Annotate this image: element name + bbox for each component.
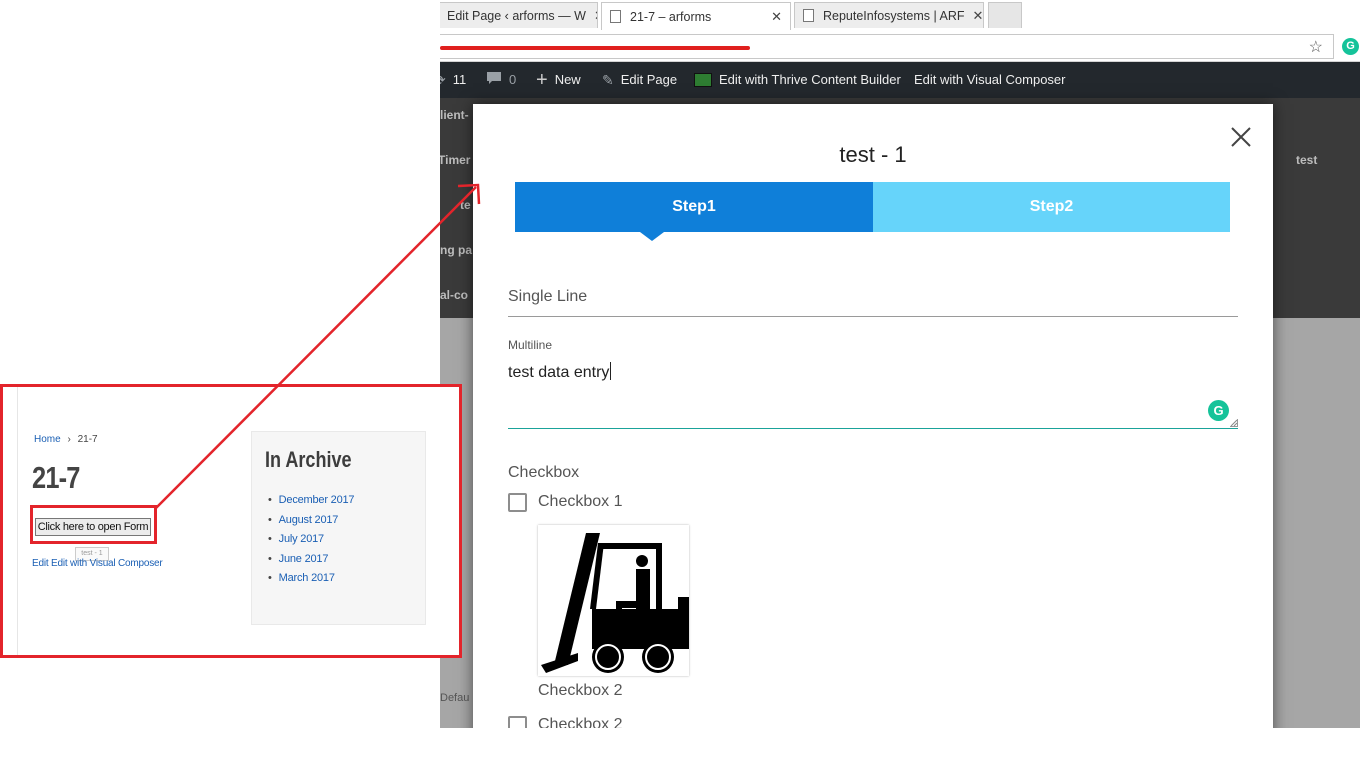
updates-icon: ⟳ [440, 61, 446, 99]
comment-icon [486, 61, 502, 99]
breadcrumb-current: 21-7 [77, 434, 98, 445]
button-highlight-box [30, 505, 157, 544]
archive-title: In Archive [265, 447, 352, 472]
bookmark-star-icon[interactable]: ☆ [1309, 37, 1323, 57]
checkbox-label: Checkbox 1 [538, 493, 623, 510]
archive-widget: In Archive December 2017 August 2017 Jul… [251, 431, 426, 625]
multiline-label: Multiline [508, 338, 553, 352]
visual-composer-label: Edit with Visual Composer [914, 72, 1066, 87]
archive-link[interactable]: July 2017 [268, 533, 354, 553]
archive-link[interactable]: August 2017 [268, 514, 354, 534]
redacted-url-mark [440, 46, 750, 50]
active-step-pointer [640, 232, 664, 241]
text-caret [610, 362, 612, 380]
edit-links[interactable]: Edit Edit with Visual Composer [32, 558, 163, 569]
step-tabs: Step1 Step2 [515, 182, 1230, 232]
tab-strip: Edit Page ‹ arforms — W ✕ 21-7 – arforms… [440, 0, 1360, 30]
edit-page-label: Edit Page [620, 72, 678, 87]
tab-edit-page[interactable]: Edit Page ‹ arforms — W ✕ [440, 2, 598, 28]
plus-icon: + [536, 69, 548, 91]
new-tab-button[interactable] [988, 2, 1022, 28]
multiline-value: test data entry [508, 362, 612, 381]
archive-link[interactable]: March 2017 [268, 572, 354, 592]
checkbox-2[interactable]: Checkbox 2 [508, 714, 623, 728]
tab-step1[interactable]: Step1 [515, 182, 873, 232]
modal-title: test - 1 [839, 142, 907, 167]
grammarly-extension-icon[interactable]: G [1342, 38, 1359, 55]
wp-admin-bar: ⟳ 11 0 + New ✎ Edit Page Edit with Thriv… [440, 62, 1360, 98]
archive-link[interactable]: June 2017 [268, 553, 354, 573]
bg-fragment: ng pa [440, 243, 472, 257]
checkbox-box[interactable] [508, 715, 527, 728]
bg-fragment: te [460, 198, 471, 212]
comments-count: 0 [509, 72, 517, 87]
resize-handle-icon[interactable] [1230, 419, 1238, 427]
tab-title: 21-7 – arforms [630, 9, 712, 24]
tab-close-icon[interactable]: ✕ [965, 8, 984, 24]
grammarly-badge-icon[interactable]: G [1208, 400, 1229, 421]
close-icon[interactable] [1228, 124, 1254, 150]
checkbox-box[interactable] [508, 492, 527, 512]
breadcrumb: Home › 21-7 [34, 434, 98, 445]
new-item[interactable]: + New [536, 62, 581, 98]
tab-title: ReputeInfosystems | ARF [823, 8, 965, 23]
form-modal: test - 1 Step1 Step2 Single Line Multili… [473, 104, 1273, 728]
archive-link[interactable]: December 2017 [268, 494, 355, 514]
archive-list: December 2017 August 2017 July 2017 June… [268, 494, 355, 592]
screenshot-root: Edit Page ‹ arforms — W ✕ 21-7 – arforms… [0, 0, 1360, 768]
tab-step2[interactable]: Step2 [873, 182, 1230, 232]
thrive-label: Edit with Thrive Content Builder [719, 72, 901, 87]
single-line-field[interactable]: Single Line [508, 282, 1238, 317]
multiline-textarea[interactable]: test data entry G [508, 359, 1238, 429]
address-bar: ☆ G [440, 31, 1360, 62]
checkbox-1[interactable]: Checkbox 1 [508, 491, 623, 513]
breadcrumb-home-link[interactable]: Home [34, 434, 61, 445]
bg-fragment: Defau [440, 692, 470, 704]
comments-item[interactable]: 0 [486, 62, 516, 98]
page-title: 21-7 [32, 460, 80, 495]
tab-title: Edit Page ‹ arforms — W [447, 8, 586, 23]
breadcrumb-separator: › [67, 434, 71, 445]
image-option-caption: Checkbox 2 [538, 682, 623, 699]
new-label: New [554, 72, 581, 87]
tab-close-icon[interactable]: ✕ [763, 9, 782, 25]
bg-fragment: test [1296, 153, 1318, 167]
single-line-placeholder: Single Line [508, 288, 588, 305]
url-input[interactable]: ☆ G [440, 34, 1359, 59]
bg-fragment: lient- [440, 108, 469, 122]
edit-page-item[interactable]: ✎ Edit Page [602, 62, 677, 98]
updates-count: 11 [452, 72, 467, 87]
pencil-icon: ✎ [602, 72, 614, 88]
tab-21-7[interactable]: 21-7 – arforms ✕ [601, 2, 791, 30]
tab-close-icon[interactable]: ✕ [586, 8, 597, 24]
thrive-icon [694, 73, 712, 87]
tab-reputeinfosystems[interactable]: ReputeInfosystems | ARF ✕ [794, 2, 984, 28]
forklift-image-option[interactable] [538, 525, 689, 676]
updates-item[interactable]: ⟳ 11 [440, 62, 466, 98]
checkbox-label: Checkbox 2 [538, 716, 623, 728]
page-icon [610, 10, 621, 23]
page-icon [803, 9, 814, 22]
bg-fragment: Timer [440, 153, 471, 167]
bg-fragment: al-co [440, 288, 469, 302]
thrive-item[interactable]: Edit with Thrive Content Builder [694, 62, 901, 98]
browser-window: Edit Page ‹ arforms — W ✕ 21-7 – arforms… [440, 0, 1360, 728]
checkbox-group-label: Checkbox [508, 464, 580, 481]
forklift-icon [541, 533, 689, 673]
visual-composer-item[interactable]: Edit with Visual Composer [914, 62, 1066, 98]
